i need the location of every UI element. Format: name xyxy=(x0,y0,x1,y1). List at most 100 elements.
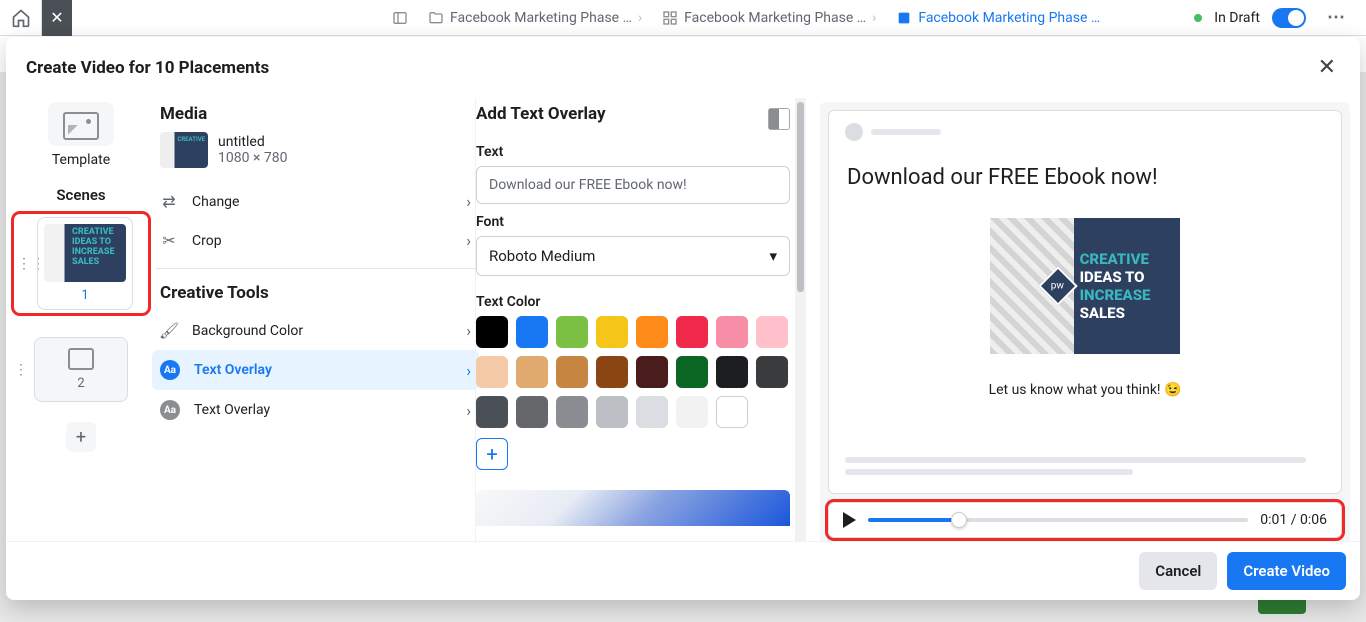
preview-subtext: Let us know what you think! 😉 xyxy=(845,382,1325,398)
text-badge-icon: Aa xyxy=(160,400,180,420)
play-button[interactable] xyxy=(843,512,856,528)
breadcrumb-3-label: Facebook Marketing Phase … xyxy=(918,10,1100,26)
color-swatch[interactable] xyxy=(556,396,588,428)
change-label: Change xyxy=(192,194,452,210)
breadcrumb-1-label: Facebook Marketing Phase … xyxy=(450,10,632,26)
hero-line: SALES xyxy=(1080,304,1174,322)
font-select[interactable]: Roboto Medium ▾ xyxy=(476,236,790,276)
color-swatch[interactable] xyxy=(596,316,628,348)
color-swatch[interactable] xyxy=(516,316,548,348)
add-scene-button[interactable]: + xyxy=(66,422,96,452)
caption-placeholder xyxy=(845,457,1325,481)
change-media-button[interactable]: ⇄ Change › xyxy=(156,182,475,221)
seek-slider[interactable] xyxy=(868,518,1248,522)
panel-collapse-icon[interactable] xyxy=(768,108,790,130)
scenes-heading: Scenes xyxy=(14,186,148,204)
scene-number: 1 xyxy=(81,288,88,303)
name-placeholder xyxy=(871,129,941,135)
crop-media-button[interactable]: ✂ Crop › xyxy=(156,221,475,260)
color-swatch[interactable] xyxy=(556,316,588,348)
image-placeholder-icon xyxy=(68,348,94,370)
template-icon xyxy=(63,112,99,140)
avatar xyxy=(845,123,863,141)
home-icon[interactable] xyxy=(0,0,42,36)
font-value: Roboto Medium xyxy=(489,247,595,265)
text-overlay-label: Text Overlay xyxy=(194,402,452,418)
template-button[interactable] xyxy=(48,102,114,146)
color-swatch[interactable] xyxy=(596,396,628,428)
drag-handle-icon[interactable]: ⋮⋮ xyxy=(17,256,31,272)
breadcrumb-folder[interactable]: Facebook Marketing Phase … › xyxy=(418,0,652,36)
text-color-label: Text Color xyxy=(476,294,790,310)
color-swatch[interactable] xyxy=(476,356,508,388)
color-swatch[interactable] xyxy=(716,356,748,388)
chevron-right-icon: › xyxy=(466,231,471,250)
color-swatch[interactable] xyxy=(556,356,588,388)
chevron-right-icon: › xyxy=(466,321,471,340)
chevron-right-icon: › xyxy=(466,401,471,420)
toggle-switch[interactable] xyxy=(1272,8,1306,28)
color-swatch[interactable] xyxy=(636,396,668,428)
video-player: 0:01 / 0:06 xyxy=(828,502,1342,538)
post-preview: Download our FREE Ebook now! CREATIVE ID… xyxy=(828,110,1342,494)
add-text-overlay-heading: Add Text Overlay xyxy=(476,104,606,134)
color-swatch[interactable] xyxy=(676,316,708,348)
color-swatch[interactable] xyxy=(716,396,748,428)
preview-hero-image: CREATIVE IDEAS TO INCREASE SALES xyxy=(990,218,1180,354)
color-swatch[interactable] xyxy=(716,316,748,348)
modal-title: Create Video for 10 Placements xyxy=(26,58,269,78)
color-swatch[interactable] xyxy=(636,316,668,348)
caret-down-icon: ▾ xyxy=(769,247,777,265)
breadcrumb-2-label: Facebook Marketing Phase … xyxy=(684,10,866,26)
chevron-right-icon: › xyxy=(872,10,876,26)
media-dimensions: 1080 × 780 xyxy=(218,150,288,166)
color-swatch[interactable] xyxy=(476,396,508,428)
media-name: untitled xyxy=(218,134,288,150)
template-label: Template xyxy=(14,152,148,168)
scene-1[interactable]: ⋮⋮ 1 xyxy=(14,214,148,313)
scene-2[interactable]: ⋮⋮ 2 xyxy=(14,337,148,402)
preview-headline: Download our FREE Ebook now! xyxy=(845,165,1325,190)
chevron-right-icon: › xyxy=(638,10,642,26)
color-gradient-picker[interactable] xyxy=(476,490,790,526)
overlay-text-input[interactable] xyxy=(476,166,790,204)
color-swatch[interactable] xyxy=(596,356,628,388)
media-thumbnail xyxy=(160,132,208,168)
background-color-tool[interactable]: 🖌 Background Color › xyxy=(156,311,475,350)
scene-number: 2 xyxy=(77,376,84,391)
media-item: untitled 1080 × 780 xyxy=(156,132,475,182)
crop-label: Crop xyxy=(192,233,452,249)
bg-color-label: Background Color xyxy=(192,323,452,339)
preview-frame: Download our FREE Ebook now! CREATIVE ID… xyxy=(820,102,1350,541)
breadcrumb-campaign[interactable]: Facebook Marketing Phase … › xyxy=(652,0,886,36)
color-swatch[interactable] xyxy=(756,356,788,388)
brush-icon: 🖌 xyxy=(160,322,178,340)
text-overlay-tool[interactable]: Aa Text Overlay › xyxy=(156,390,475,430)
text-overlay-label: Text Overlay xyxy=(194,362,452,378)
text-overlay-tool-active[interactable]: Aa Text Overlay › xyxy=(152,350,479,390)
text-label: Text xyxy=(476,144,790,160)
panel-toggle-icon[interactable] xyxy=(382,0,418,36)
color-swatch[interactable] xyxy=(476,316,508,348)
color-swatch[interactable] xyxy=(636,356,668,388)
drag-handle-icon[interactable]: ⋮⋮ xyxy=(14,362,28,378)
color-swatch[interactable] xyxy=(516,396,548,428)
close-icon[interactable]: ✕ xyxy=(1314,51,1340,84)
color-swatch-grid xyxy=(476,316,790,428)
breadcrumb-ad[interactable]: Facebook Marketing Phase … xyxy=(886,0,1110,36)
scene-thumbnail xyxy=(44,224,126,282)
color-swatch[interactable] xyxy=(516,356,548,388)
color-swatch[interactable] xyxy=(676,396,708,428)
chevron-right-icon: › xyxy=(466,192,471,211)
crop-icon: ✂ xyxy=(160,232,178,250)
color-swatch[interactable] xyxy=(676,356,708,388)
close-tab-icon[interactable]: ✕ xyxy=(42,0,72,36)
more-menu[interactable]: ⋯ xyxy=(1318,4,1354,32)
scrollbar[interactable] xyxy=(795,98,806,541)
status-dot xyxy=(1194,14,1202,22)
font-label: Font xyxy=(476,214,790,230)
color-swatch[interactable] xyxy=(756,316,788,348)
add-color-button[interactable]: + xyxy=(476,438,508,470)
cancel-button[interactable]: Cancel xyxy=(1139,552,1217,590)
create-video-button[interactable]: Create Video xyxy=(1227,552,1346,590)
